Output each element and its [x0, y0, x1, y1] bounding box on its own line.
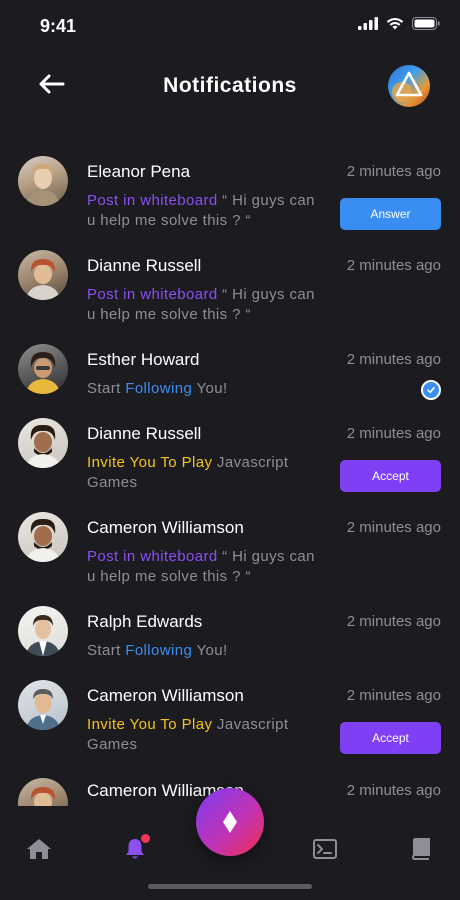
timestamp: 2 minutes ago: [346, 613, 441, 630]
fab-button[interactable]: [196, 788, 264, 856]
sender-name: Cameron Williamson: [87, 686, 244, 705]
timestamp: 2 minutes ago: [346, 687, 441, 704]
avatar: [18, 250, 68, 300]
notification-item[interactable]: Esther Howard 2 minutes ago Start Follow…: [0, 338, 460, 412]
status-time: 9:41: [40, 16, 77, 36]
timestamp: 2 minutes ago: [346, 163, 441, 180]
message-text: You!: [192, 380, 228, 397]
notification-message: Post in whiteboard “ Hi guys can u help …: [87, 191, 317, 231]
notification-dot: [141, 834, 150, 843]
timestamp: 2 minutes ago: [346, 257, 441, 274]
avatar: [18, 680, 68, 730]
notification-message: Post in whiteboard “ Hi guys can u help …: [87, 285, 317, 325]
notification-item[interactable]: Eleanor Pena 2 minutes ago Post in white…: [0, 150, 460, 244]
message-prefix: Start: [87, 380, 126, 397]
timestamp: 2 minutes ago: [346, 519, 441, 536]
book-icon: [411, 838, 430, 860]
triangle-logo-icon: [392, 71, 423, 102]
notification-item[interactable]: Dianne Russell 2 minutes ago Post in whi…: [0, 244, 460, 338]
notification-message: Post in whiteboard “ Hi guys can u help …: [87, 547, 317, 587]
timestamp: 2 minutes ago: [346, 351, 441, 368]
battery-icon: [412, 17, 440, 35]
highlight-text[interactable]: Following: [125, 380, 192, 397]
timestamp: 2 minutes ago: [346, 425, 441, 442]
avatar: [18, 512, 68, 562]
sender-name: Ralph Edwards: [87, 612, 203, 631]
notification-item[interactable]: Cameron Williamson 2 minutes ago Post in…: [0, 506, 460, 600]
accept-button[interactable]: Accept: [340, 722, 441, 754]
nav-terminal[interactable]: [310, 834, 340, 864]
notification-message: Invite You To Play Javascript Games: [87, 715, 317, 755]
nav-home[interactable]: [24, 834, 54, 864]
avatar: [18, 606, 68, 656]
highlight-text[interactable]: Following: [125, 642, 192, 659]
sender-name: Dianne Russell: [87, 424, 202, 443]
highlight-text[interactable]: Post in whiteboard: [87, 286, 218, 303]
highlight-text[interactable]: Invite You To Play: [87, 716, 212, 733]
message-prefix: Start: [87, 642, 126, 659]
notification-message: Invite You To Play Javascript Games: [87, 453, 317, 493]
status-icons: [358, 17, 440, 35]
home-indicator: [148, 884, 312, 889]
sender-name: Eleanor Pena: [87, 162, 191, 181]
notification-message: Start Following You!: [87, 641, 317, 661]
message-text: You!: [192, 642, 228, 659]
notification-list: Eleanor Pena 2 minutes ago Post in white…: [0, 150, 460, 806]
notification-item[interactable]: Cameron Williamson 2 minutes ago Invite …: [0, 674, 460, 768]
sender-name: Cameron Williamson: [87, 518, 244, 537]
check-icon: [421, 380, 441, 400]
sender-name: Esther Howard: [87, 350, 200, 369]
avatar: [18, 778, 68, 806]
nav-library[interactable]: [406, 834, 436, 864]
wifi-icon: [386, 17, 404, 35]
terminal-icon: [313, 839, 337, 859]
timestamp: 2 minutes ago: [346, 782, 441, 799]
bell-icon: [123, 834, 150, 861]
answer-button[interactable]: Answer: [340, 198, 441, 230]
avatar: [18, 344, 68, 394]
avatar: [18, 418, 68, 468]
header: Notifications: [0, 60, 460, 116]
sender-name: Dianne Russell: [87, 256, 202, 275]
nav-notifications[interactable]: [120, 834, 150, 864]
highlight-text[interactable]: Invite You To Play: [87, 454, 212, 471]
highlight-text[interactable]: Post in whiteboard: [87, 548, 218, 565]
notification-item[interactable]: Dianne Russell 2 minutes ago Invite You …: [0, 412, 460, 506]
diamond-icon: [223, 811, 237, 833]
profile-avatar[interactable]: [388, 65, 430, 107]
notification-message: Start Following You!: [87, 379, 317, 399]
home-icon: [27, 839, 51, 859]
status-bar: 9:41: [0, 0, 460, 52]
accept-button[interactable]: Accept: [340, 460, 441, 492]
avatar: [18, 156, 68, 206]
cellular-signal-icon: [358, 17, 378, 35]
notification-item[interactable]: Ralph Edwards 2 minutes ago Start Follow…: [0, 600, 460, 674]
highlight-text[interactable]: Post in whiteboard: [87, 192, 218, 209]
